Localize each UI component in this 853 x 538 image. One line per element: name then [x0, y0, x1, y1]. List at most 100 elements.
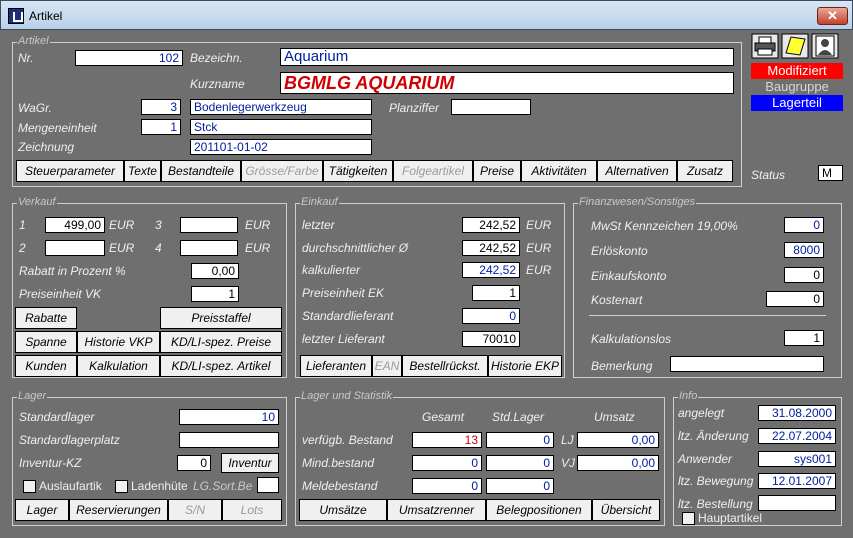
durchschnitt-label: durchschnittlicher Ø: [302, 241, 409, 255]
planziffer-field[interactable]: [451, 99, 531, 115]
preiseinheit-ek-field[interactable]: 1: [472, 285, 520, 301]
note-icon[interactable]: [781, 33, 809, 59]
zeichnung-field[interactable]: 201101-01-02: [190, 139, 372, 155]
sn-button[interactable]: S/N: [168, 499, 222, 521]
wagr-number-field[interactable]: 3: [141, 99, 181, 115]
lieferanten-button[interactable]: Lieferanten: [300, 355, 372, 377]
mind-std-field[interactable]: 0: [486, 455, 554, 471]
historie-vkp-button[interactable]: Historie VKP: [77, 331, 160, 353]
lgsort-field[interactable]: [257, 477, 279, 493]
erloeskonto-field[interactable]: 8000: [784, 242, 824, 258]
umsatzrenner-button[interactable]: Umsatzrenner: [387, 499, 486, 521]
bezeichnung-field[interactable]: Aquarium: [280, 48, 734, 66]
kalkulation-button[interactable]: Kalkulation: [77, 355, 160, 377]
spanne-button[interactable]: Spanne: [15, 331, 77, 353]
belegpositionen-button[interactable]: Belegpositionen: [486, 499, 592, 521]
kostenart-field[interactable]: 0: [766, 291, 824, 307]
lots-button[interactable]: Lots: [222, 499, 282, 521]
kunden-button[interactable]: Kunden: [15, 355, 77, 377]
preisstaffel-button[interactable]: Preisstaffel: [160, 307, 282, 329]
historie-ekp-button[interactable]: Historie EKP: [488, 355, 562, 377]
tab-preise[interactable]: Preise: [473, 160, 521, 182]
angelegt-field: 31.08.2000: [758, 405, 836, 421]
preis1-field[interactable]: 499,00: [45, 217, 105, 233]
tab-folgeartikel[interactable]: Folgeartikel: [393, 160, 473, 182]
anwender-field: sys001: [758, 451, 836, 467]
inventur-kz-field[interactable]: 0: [177, 455, 211, 471]
preis2-label: 2: [19, 241, 26, 255]
gesamt-header: Gesamt: [422, 410, 465, 424]
verfuegb-gesamt-field[interactable]: 13: [412, 432, 482, 448]
mind-gesamt-field[interactable]: 0: [412, 455, 482, 471]
lj-label: LJ: [561, 433, 574, 447]
bezeichnung-label: Bezeichn.: [190, 51, 243, 65]
artikel-group: Artikel Nr. 102 Bezeichn. Aquarium Kurzn…: [12, 35, 742, 187]
tab-alternativen[interactable]: Alternativen: [597, 160, 677, 182]
tab-zusatz[interactable]: Zusatz: [677, 160, 733, 182]
vj-field[interactable]: 0,00: [577, 455, 659, 471]
kurzname-field[interactable]: BGMLG AQUARIUM: [280, 72, 734, 94]
person-icon[interactable]: [811, 33, 839, 59]
finanz-group: Finanzwesen/Sonstiges MwSt Kennzeichen 1…: [573, 196, 842, 378]
letzter-lieferant-field[interactable]: 70010: [462, 331, 520, 347]
mwst-field[interactable]: 0: [784, 217, 824, 233]
inventur-button[interactable]: Inventur: [221, 453, 279, 473]
kalkulationslos-field[interactable]: 1: [784, 330, 824, 346]
tab-aktivitaeten[interactable]: Aktivitäten: [521, 160, 597, 182]
tab-steuerparameter[interactable]: Steuerparameter: [16, 160, 124, 182]
kalkulierter-label: kalkulierter: [302, 263, 361, 277]
kalkulierter-field[interactable]: 242,52: [462, 262, 520, 278]
preiseinheit-vk-field[interactable]: 1: [191, 286, 239, 302]
preis3-currency: EUR: [245, 218, 271, 232]
close-button[interactable]: ✕: [817, 7, 848, 25]
kd-li-spez-artikel-button[interactable]: KD/LI-spez. Artikel: [160, 355, 282, 377]
auslaufartikel-checkbox[interactable]: [23, 480, 36, 493]
preiseinheit-vk-label: Preiseinheit VK: [19, 287, 102, 301]
preis4-field[interactable]: [180, 240, 238, 256]
reservierungen-button[interactable]: Reservierungen: [69, 499, 168, 521]
lager-button[interactable]: Lager: [15, 499, 69, 521]
mengeneinheit-number-field[interactable]: 1: [141, 119, 181, 135]
durchschnitt-field[interactable]: 242,52: [462, 240, 520, 256]
verfuegb-std-field[interactable]: 0: [486, 432, 554, 448]
nr-label: Nr.: [18, 51, 34, 65]
printer-icon[interactable]: [751, 33, 779, 59]
standardlager-field[interactable]: 10: [179, 409, 279, 425]
wagr-text-field: Bodenlegerwerkzeug: [190, 99, 372, 115]
standardlieferant-field[interactable]: 0: [462, 308, 520, 324]
kalkulierter-currency: EUR: [526, 263, 552, 277]
tab-bestandteile[interactable]: Bestandteile: [161, 160, 241, 182]
melde-gesamt-field[interactable]: 0: [412, 478, 482, 494]
ean-button[interactable]: EAN: [372, 355, 402, 377]
rabatt-field[interactable]: 0,00: [191, 263, 239, 279]
ladenhueter-checkbox[interactable]: [115, 480, 128, 493]
tab-texte[interactable]: Texte: [124, 160, 161, 182]
standardlieferant-label: Standardlieferant: [302, 309, 394, 323]
melde-std-field[interactable]: 0: [486, 478, 554, 494]
tab-taetigkeiten[interactable]: Tätigkeiten: [323, 160, 393, 182]
ladenhueter-label: Ladenhüte: [131, 479, 187, 493]
rabatt-label: Rabatt in Prozent %: [19, 264, 126, 278]
hauptartikel-checkbox[interactable]: [682, 512, 695, 525]
uebersicht-button[interactable]: Übersicht: [592, 499, 660, 521]
kd-li-spez-preise-button[interactable]: KD/LI-spez. Preise: [160, 331, 282, 353]
lj-field[interactable]: 0,00: [577, 432, 659, 448]
umsaetze-button[interactable]: Umsätze: [299, 499, 387, 521]
standardlagerplatz-label: Standardlagerplatz: [19, 433, 120, 447]
letzter-field[interactable]: 242,52: [462, 217, 520, 233]
artikel-group-label: Artikel: [17, 35, 50, 48]
bestellrueckstand-button[interactable]: Bestellrückst.: [402, 355, 488, 377]
tab-groesse-farbe[interactable]: Grösse/Farbe: [241, 160, 323, 182]
bemerkung-field[interactable]: [670, 356, 824, 372]
einkaufskonto-field[interactable]: 0: [784, 267, 824, 283]
rabatte-button[interactable]: Rabatte: [15, 307, 77, 329]
status-field[interactable]: M: [818, 165, 843, 181]
standardlagerplatz-field[interactable]: [179, 432, 279, 448]
lgsort-label: LG.Sort.Be: [193, 479, 253, 493]
preis2-field[interactable]: [45, 240, 105, 256]
nr-field[interactable]: 102: [75, 50, 183, 66]
preis3-field[interactable]: [180, 217, 238, 233]
mwst-label: MwSt Kennzeichen 19,00%: [591, 219, 738, 233]
finanz-group-label: Finanzwesen/Sonstiges: [578, 196, 697, 209]
preiseinheit-ek-label: Preiseinheit EK: [302, 286, 385, 300]
